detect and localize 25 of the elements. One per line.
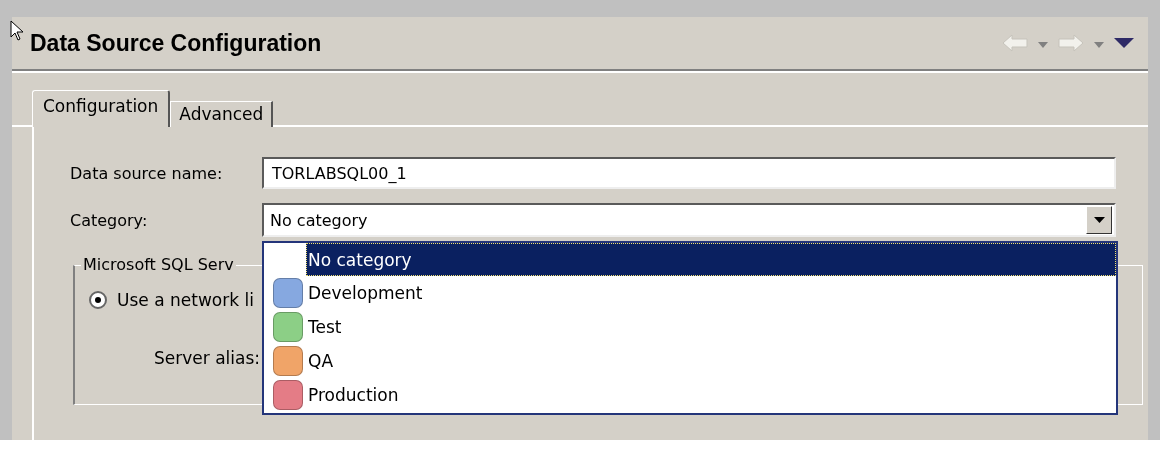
tab[interactable]: Advanced [170,101,274,127]
forward-arrow-icon[interactable] [1058,34,1084,52]
dropdown-option[interactable]: Development [306,276,1116,310]
field-label: Category: [70,210,149,230]
category-dropdown[interactable]: No category [262,203,1116,237]
text-field[interactable]: TORLABSQL00_1 [262,157,1116,189]
field-label: Server alias: [154,348,261,368]
radio-label: Use a network li [117,290,254,310]
tab[interactable]: Configuration [32,90,171,127]
dropdown-button[interactable] [1086,206,1112,234]
group-title: Microsoft SQL Serv [81,255,236,274]
window-title: Data Source Configuration [30,29,323,57]
dropdown-value: No category [270,210,369,230]
dropdown-option[interactable]: No category [306,243,1116,276]
radio-button[interactable] [89,291,107,309]
caret-icon [1093,217,1105,223]
caret-icon[interactable] [1094,42,1104,48]
menu-caret-icon[interactable] [1114,38,1134,48]
dropdown-option[interactable]: Test [306,310,1116,344]
dropdown-option[interactable]: Production [306,378,1116,412]
dropdown-option[interactable]: QA [306,344,1116,378]
caret-icon[interactable] [1038,42,1048,48]
field-label: Data source name: [70,163,224,183]
mouse-pointer-icon [10,20,24,42]
back-arrow-icon[interactable] [1002,34,1028,52]
